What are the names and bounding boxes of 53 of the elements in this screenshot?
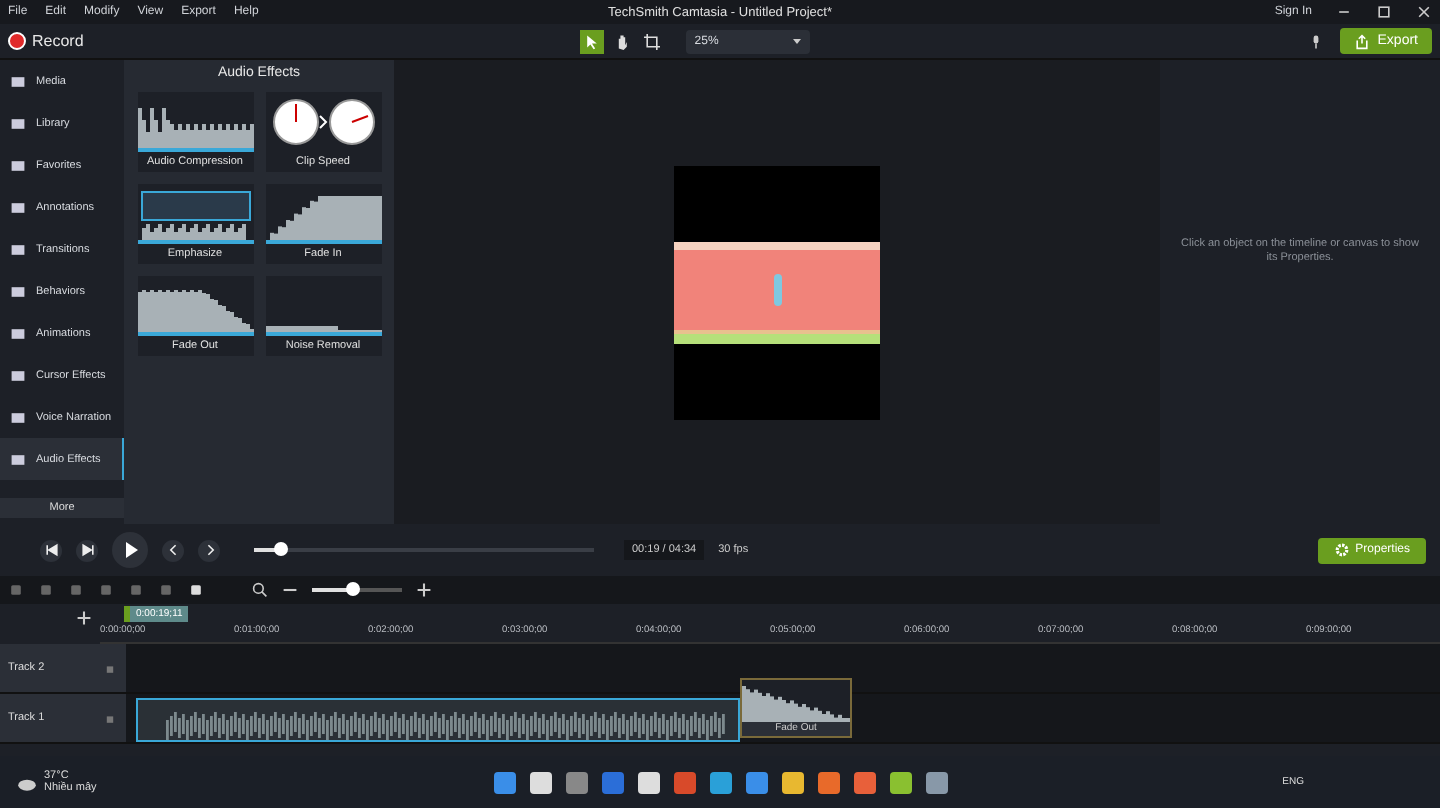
waveform-drawing: [265, 196, 381, 244]
nav-icon: [10, 325, 26, 341]
waveform-drawing: [137, 191, 253, 244]
waveform-drawing: [137, 108, 253, 152]
tool-button[interactable]: [640, 29, 665, 53]
taskbar-app-icon[interactable]: [781, 771, 803, 793]
taskbar-app-icon[interactable]: [889, 771, 911, 793]
taskbar-app-icon[interactable]: [817, 771, 839, 793]
taskbar-app-icon[interactable]: [529, 771, 551, 793]
step-back-icon: [43, 542, 59, 558]
taskbar-app-icon[interactable]: [745, 771, 767, 793]
tool-button[interactable]: [580, 29, 605, 53]
scrubber-thumb[interactable]: [274, 542, 289, 556]
step-forward-button[interactable]: [76, 539, 98, 561]
nav-icon: [10, 115, 26, 131]
nav-icon: [10, 241, 26, 257]
crop-icon: [644, 33, 661, 49]
chevron-left-icon: [165, 542, 181, 558]
play-icon: [120, 540, 140, 560]
zoom-thumb[interactable]: [345, 582, 360, 596]
taskbar-app-icon[interactable]: [925, 771, 947, 793]
nav-icon: [10, 367, 26, 383]
figure-icon: [773, 273, 781, 305]
step-forward-icon: [79, 542, 95, 558]
hand-icon: [614, 33, 631, 49]
nav-icon: [10, 199, 26, 215]
nav-icon: [10, 451, 26, 467]
pointer-icon: [584, 33, 601, 49]
share-icon: [1353, 33, 1370, 49]
nav-icon: [10, 157, 26, 173]
taskbar-app-icon[interactable]: [709, 771, 731, 793]
waveform-drawing: [137, 290, 253, 336]
nav-icon: [10, 73, 26, 89]
taskbar-app-icon[interactable]: [637, 771, 659, 793]
settings-icon: [1333, 542, 1350, 558]
caret-icon: [792, 36, 803, 46]
nav-icon: [10, 409, 26, 425]
taskbar-app-icon[interactable]: [493, 771, 515, 793]
clocks-drawing: [272, 99, 374, 145]
close-icon[interactable]: [1416, 4, 1432, 20]
maximize-icon[interactable]: [1376, 4, 1392, 20]
zoom-in-icon[interactable]: [416, 582, 432, 598]
waveform-drawing: [265, 326, 381, 336]
next-button[interactable]: [198, 539, 220, 561]
search-icon[interactable]: [252, 582, 268, 598]
nav-icon: [10, 283, 26, 299]
previous-button[interactable]: [162, 539, 184, 561]
waveform-drawing: [742, 682, 850, 722]
play-button[interactable]: [112, 532, 148, 568]
record-button[interactable]: Record: [8, 32, 84, 50]
timeline-zoom-track[interactable]: [312, 588, 402, 592]
step-back-button[interactable]: [40, 539, 62, 561]
add-track-icon[interactable]: [76, 610, 92, 626]
